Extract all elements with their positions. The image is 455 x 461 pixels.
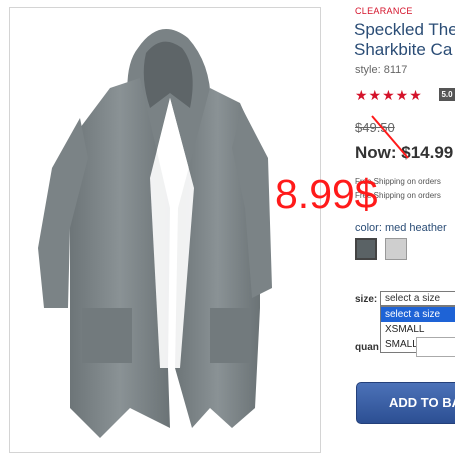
- size-select[interactable]: select a size: [380, 291, 455, 306]
- rating-value: 5.0: [439, 88, 455, 101]
- color-label: color: med heather: [355, 222, 447, 234]
- add-to-bag-button[interactable]: ADD TO BA: [356, 382, 455, 424]
- cardigan-image: [38, 29, 272, 438]
- quantity-label: quan: [355, 342, 379, 353]
- strike-line-annotation: [371, 115, 409, 159]
- style-number: style: 8117: [355, 64, 408, 76]
- size-option[interactable]: XSMALL: [381, 322, 455, 337]
- rating-stars[interactable]: ★★★★★: [355, 87, 423, 104]
- handwritten-price-annotation: 8.99$: [275, 171, 378, 217]
- color-swatch-light-heather[interactable]: [385, 238, 407, 260]
- size-label: size:: [355, 294, 378, 305]
- clearance-badge: CLEARANCE: [355, 6, 413, 16]
- quantity-input[interactable]: [416, 337, 455, 357]
- product-title-line1: Speckled The: [354, 20, 455, 39]
- size-option[interactable]: select a size: [381, 307, 455, 322]
- color-swatch-med-heather[interactable]: [355, 238, 377, 260]
- product-image[interactable]: [9, 7, 321, 453]
- product-title-line2: Sharkbite Ca: [354, 40, 453, 59]
